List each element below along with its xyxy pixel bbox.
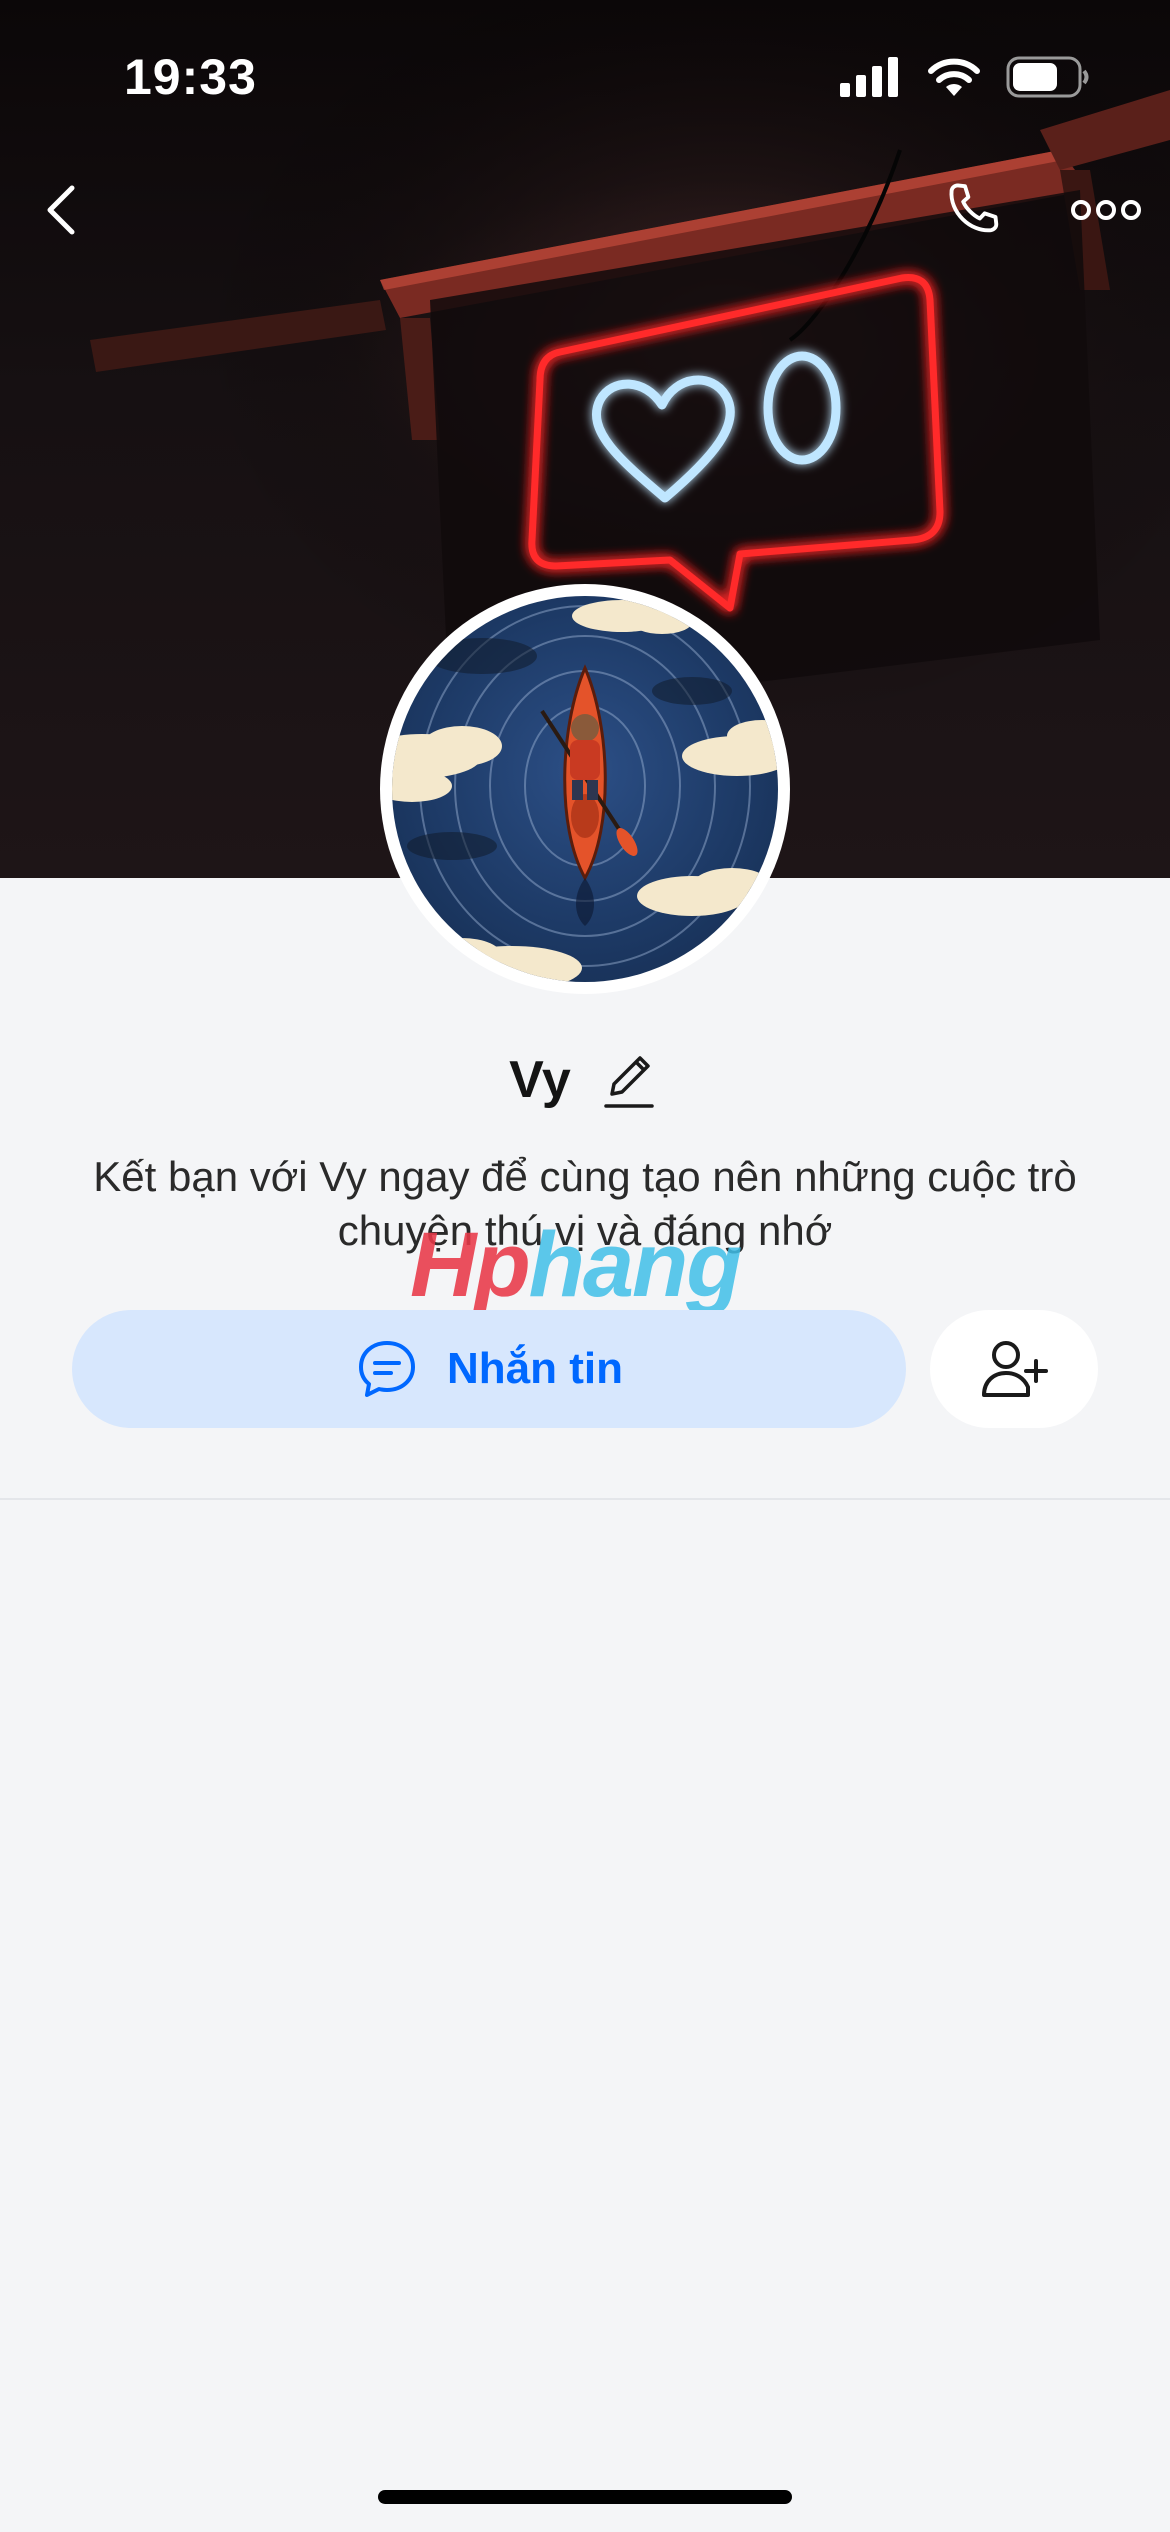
more-horizontal-icon: [1071, 200, 1141, 220]
profile-name-row: Vy: [0, 1040, 1170, 1120]
add-friend-button[interactable]: [930, 1310, 1098, 1428]
kayak-illustration: [392, 600, 778, 982]
chevron-left-icon: [47, 185, 75, 235]
more-button[interactable]: [1066, 170, 1146, 250]
home-indicator[interactable]: [378, 2490, 792, 2504]
status-time: 19:33: [124, 49, 257, 105]
battery-icon: [1006, 56, 1089, 98]
cellular-signal-icon: [840, 57, 898, 97]
chat-bubble-icon: [359, 1341, 415, 1397]
section-divider: [0, 1498, 1170, 1500]
message-button[interactable]: Nhắn tin: [72, 1310, 906, 1428]
status-icons: [840, 54, 1090, 100]
top-nav: [0, 160, 1170, 250]
avatar[interactable]: [380, 584, 790, 994]
back-button[interactable]: [22, 170, 102, 250]
pencil-icon: [604, 1056, 654, 1108]
phone-icon: [949, 183, 999, 233]
wifi-icon: [928, 58, 980, 96]
profile-page: 19:33 Vy Kết bạn với Vy ngay để cùng tạo…: [0, 0, 1170, 2532]
profile-name: Vy: [509, 1051, 571, 1109]
add-friend-icon: [982, 1341, 1048, 1397]
status-bar: 19:33: [0, 0, 1170, 150]
profile-bio: Kết bạn với Vy ngay để cùng tạo nên nhữn…: [93, 1153, 1077, 1254]
avatar-image: [392, 596, 778, 982]
call-button[interactable]: [932, 170, 1012, 250]
message-button-label: Nhắn tin: [447, 1344, 623, 1393]
edit-name-button[interactable]: [597, 1048, 661, 1112]
